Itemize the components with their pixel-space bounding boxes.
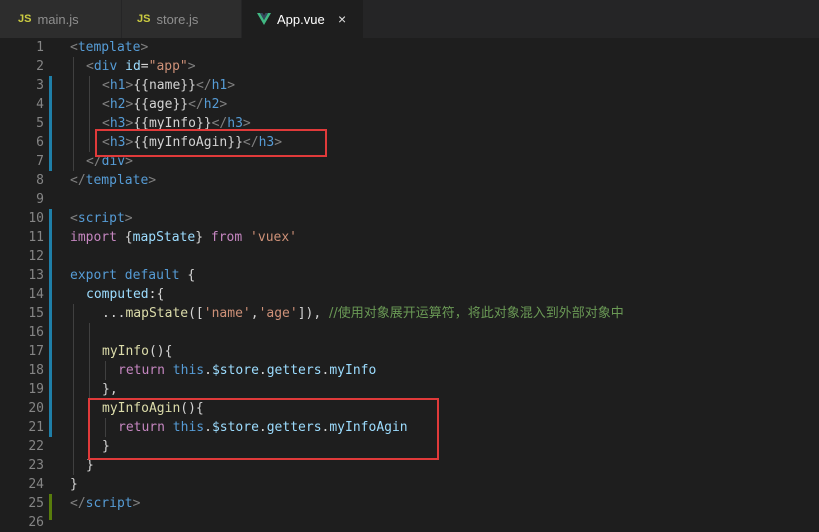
tab-app-vue[interactable]: App.vue × — [242, 0, 363, 38]
tab-main-js[interactable]: JS main.js — [0, 0, 121, 38]
code-line: 11 import {mapState} from 'vuex' — [0, 228, 819, 247]
line-number: 5 — [36, 116, 44, 131]
code-text: <h2>{{age}}</h2> — [102, 97, 228, 112]
code-line: 26 — [0, 513, 819, 532]
line-number: 8 — [36, 173, 44, 188]
code-text: <h1>{{name}}</h1> — [102, 78, 236, 93]
code-line: 15 ...mapState(['name','age']), //使用对象展开… — [0, 304, 819, 323]
code-text: export default { — [70, 268, 196, 283]
tab-label: store.js — [156, 11, 199, 27]
code-text: return this.$store.getters.myInfo — [118, 363, 377, 378]
line-number: 14 — [28, 287, 44, 302]
code-line: 24 } — [0, 475, 819, 494]
line-number: 26 — [28, 515, 44, 530]
line-number: 15 — [28, 306, 44, 321]
code-line: 10 <script> — [0, 209, 819, 228]
tab-label: main.js — [37, 11, 79, 27]
code-line: 9 — [0, 190, 819, 209]
close-tab-icon[interactable]: × — [338, 11, 346, 27]
line-number: 12 — [28, 249, 44, 264]
line-number: 17 — [28, 344, 44, 359]
code-line: 16 — [0, 323, 819, 342]
vue-file-icon — [257, 13, 271, 25]
code-text: <template> — [70, 40, 149, 55]
code-line: 3 <h1>{{name}}</h1> — [0, 76, 819, 95]
code-text: </template> — [70, 173, 157, 188]
code-line: 1 <template> — [0, 38, 819, 57]
tab-store-js[interactable]: JS store.js — [122, 0, 241, 38]
line-number: 2 — [36, 59, 44, 74]
code-line: 19 }, — [0, 380, 819, 399]
code-text: ...mapState(['name','age']), //使用对象展开运算符… — [102, 306, 624, 321]
code-line: 13 export default { — [0, 266, 819, 285]
line-number: 10 — [28, 211, 44, 226]
code-line: 18 return this.$store.getters.myInfo — [0, 361, 819, 380]
line-number: 20 — [28, 401, 44, 416]
javascript-file-icon: JS — [18, 13, 32, 25]
tab-label: App.vue — [277, 11, 325, 27]
code-text: }, — [102, 382, 118, 397]
line-number: 9 — [36, 192, 44, 207]
code-text: computed:{ — [86, 287, 165, 302]
code-line: 17 myInfo(){ — [0, 342, 819, 361]
code-text: <script> — [70, 211, 133, 226]
code-line: 12 — [0, 247, 819, 266]
code-text: <div id="app"> — [86, 59, 196, 74]
line-number: 13 — [28, 268, 44, 283]
line-number: 19 — [28, 382, 44, 397]
code-text: myInfo(){ — [102, 344, 173, 359]
highlight-box-template — [95, 129, 327, 157]
code-line: 25 </script> — [0, 494, 819, 513]
line-number: 21 — [28, 420, 44, 435]
code-line: 14 computed:{ — [0, 285, 819, 304]
line-number: 16 — [28, 325, 44, 340]
line-number: 6 — [36, 135, 44, 150]
line-number: 22 — [28, 439, 44, 454]
javascript-file-icon: JS — [137, 13, 151, 25]
code-text: </script> — [70, 496, 141, 511]
line-number: 3 — [36, 78, 44, 93]
code-line: 8 </template> — [0, 171, 819, 190]
line-number: 1 — [36, 40, 44, 55]
line-number: 23 — [28, 458, 44, 473]
code-line: 4 <h2>{{age}}</h2> — [0, 95, 819, 114]
line-number: 25 — [28, 496, 44, 511]
code-text: import {mapState} from 'vuex' — [70, 230, 298, 245]
line-number: 7 — [36, 154, 44, 169]
code-editor[interactable]: 1 <template> 2 <div id="app"> 3 <h1>{{na… — [0, 38, 819, 530]
code-text: } — [70, 477, 78, 492]
line-number: 4 — [36, 97, 44, 112]
line-number: 11 — [28, 230, 44, 245]
code-line: 2 <div id="app"> — [0, 57, 819, 76]
line-number: 18 — [28, 363, 44, 378]
line-number: 24 — [28, 477, 44, 492]
highlight-box-computed — [88, 398, 439, 460]
editor-tab-bar: JS main.js JS store.js App.vue × — [0, 0, 819, 38]
